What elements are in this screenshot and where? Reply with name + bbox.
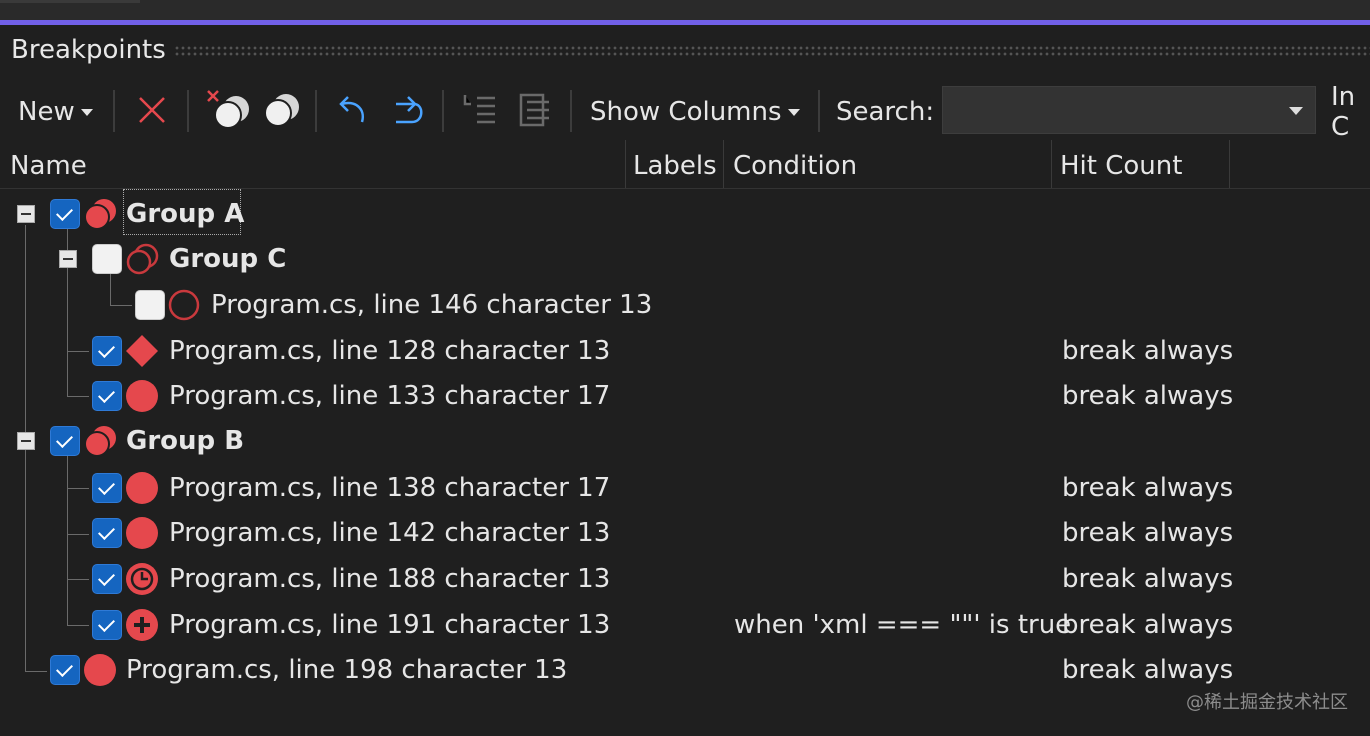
breakpoint-icon [126,380,158,412]
toggle-all-button[interactable] [260,87,304,133]
dependent-breakpoint-icon [126,609,158,641]
collapse-icon[interactable] [17,205,35,223]
group-c-checkbox[interactable] [92,244,122,274]
bp138-hit-count: break always [1062,473,1234,503]
bp133-label: Program.cs, line 133 character 17 [169,381,611,411]
go-to-source-button[interactable] [460,88,500,132]
close-icon [139,97,165,123]
bp138-checkbox[interactable] [92,473,122,503]
show-columns-label: Show Columns [590,97,782,127]
breakpoint-group-icon [84,199,116,230]
tree-row-bp146[interactable]: Program.cs, line 146 character 13 [0,282,1370,328]
breakpoint-icon [84,654,116,686]
bp146-checkbox[interactable] [135,290,165,320]
redo-arrow-icon [396,96,423,124]
collapse-icon[interactable] [59,250,77,268]
disassembly-icon [519,93,549,127]
bp198-label: Program.cs, line 198 character 13 [126,655,568,685]
chevron-down-icon[interactable] [1289,107,1303,115]
bp191-hit-count: break always [1062,610,1234,640]
search-label: Search: [836,97,935,127]
toolbar: New Show Columns Search: In C [0,82,1370,142]
breakpoint-tree: Group A Group C Program.cs, line 146 cha… [0,189,1370,736]
tree-row-group-b[interactable]: Group B [0,419,1370,465]
bp133-checkbox[interactable] [92,381,122,411]
temporary-breakpoint-icon [126,563,158,595]
tree-row-bp133[interactable]: Program.cs, line 133 character 17 break … [0,373,1370,419]
list-indent-icon [463,95,495,124]
column-hit-count[interactable]: Hit Count [1060,140,1182,188]
tree-row-bp128[interactable]: Program.cs, line 128 character 13 break … [0,328,1370,374]
delete-all-button[interactable] [202,87,252,133]
new-button-label: New [18,97,75,127]
bp142-label: Program.cs, line 142 character 13 [169,518,611,548]
bp188-label: Program.cs, line 188 character 13 [169,564,611,594]
show-columns-button[interactable]: Show Columns [590,92,800,132]
column-condition[interactable]: Condition [733,140,857,188]
breakpoint-group-icon [84,426,116,457]
group-a-label: Group A [126,199,245,229]
bp188-hit-count: break always [1062,564,1234,594]
tree-row-bp188[interactable]: Program.cs, line 188 character 13 break … [0,556,1370,602]
undo-arrow-icon [339,96,365,123]
bp128-label: Program.cs, line 128 character 13 [169,336,611,366]
bp128-checkbox[interactable] [92,336,122,366]
column-labels[interactable]: Labels [633,140,717,188]
new-button[interactable]: New [18,92,93,132]
tree-row-bp198[interactable]: Program.cs, line 198 character 13 break … [0,647,1370,693]
document-tab-strip [0,0,1370,20]
export-button[interactable] [384,88,428,132]
bp188-checkbox[interactable] [92,564,122,594]
tree-row-bp138[interactable]: Program.cs, line 138 character 17 break … [0,465,1370,511]
group-c-label: Group C [169,244,287,274]
collapse-icon[interactable] [17,432,35,450]
bp142-checkbox[interactable] [92,518,122,548]
chevron-down-icon [787,108,800,116]
watermark: @稀土掘金技术社区 [1186,692,1348,713]
bp191-label: Program.cs, line 191 character 13 [169,610,611,640]
column-name[interactable]: Name [10,140,87,188]
bp138-label: Program.cs, line 138 character 17 [169,473,611,503]
breakpoint-group-disabled-icon [126,243,159,275]
bp198-checkbox[interactable] [50,655,80,685]
search-input[interactable] [943,87,1283,133]
tree-row-group-a[interactable]: Group A [0,189,1370,237]
in-column-label: In C [1331,82,1356,142]
delete-button[interactable] [132,90,172,130]
breakpoint-disabled-icon [168,289,200,321]
bp146-label: Program.cs, line 146 character 13 [211,290,653,320]
import-button[interactable] [330,88,374,132]
group-a-checkbox[interactable] [50,199,80,229]
search-combobox[interactable] [942,86,1316,134]
bp191-checkbox[interactable] [92,610,122,640]
tree-row-group-c[interactable]: Group C [0,237,1370,283]
tree-row-bp142[interactable]: Program.cs, line 142 character 13 break … [0,510,1370,556]
tracepoint-diamond-icon [126,335,158,367]
bp198-hit-count: break always [1062,655,1234,685]
drag-grip[interactable] [174,45,1370,57]
breakpoint-icon [126,517,158,549]
bp142-hit-count: break always [1062,518,1234,548]
bp128-hit-count: break always [1062,336,1234,366]
go-to-disassembly-button[interactable] [514,88,554,132]
bp191-condition: when 'xml === ""' is true [734,610,1072,640]
toggle-breakpoints-icon [264,94,299,127]
panel-titlebar: Breakpoints [0,25,1370,80]
column-header: Name Labels Condition Hit Count [0,140,1370,189]
group-b-checkbox[interactable] [50,426,80,456]
group-b-label: Group B [126,426,245,456]
delete-all-breakpoints-icon [207,90,249,129]
chevron-down-icon [80,108,93,116]
breakpoint-icon [126,472,158,504]
tree-row-bp191[interactable]: Program.cs, line 191 character 13 when '… [0,602,1370,648]
panel-title: Breakpoints [11,35,166,65]
bp133-hit-count: break always [1062,381,1234,411]
